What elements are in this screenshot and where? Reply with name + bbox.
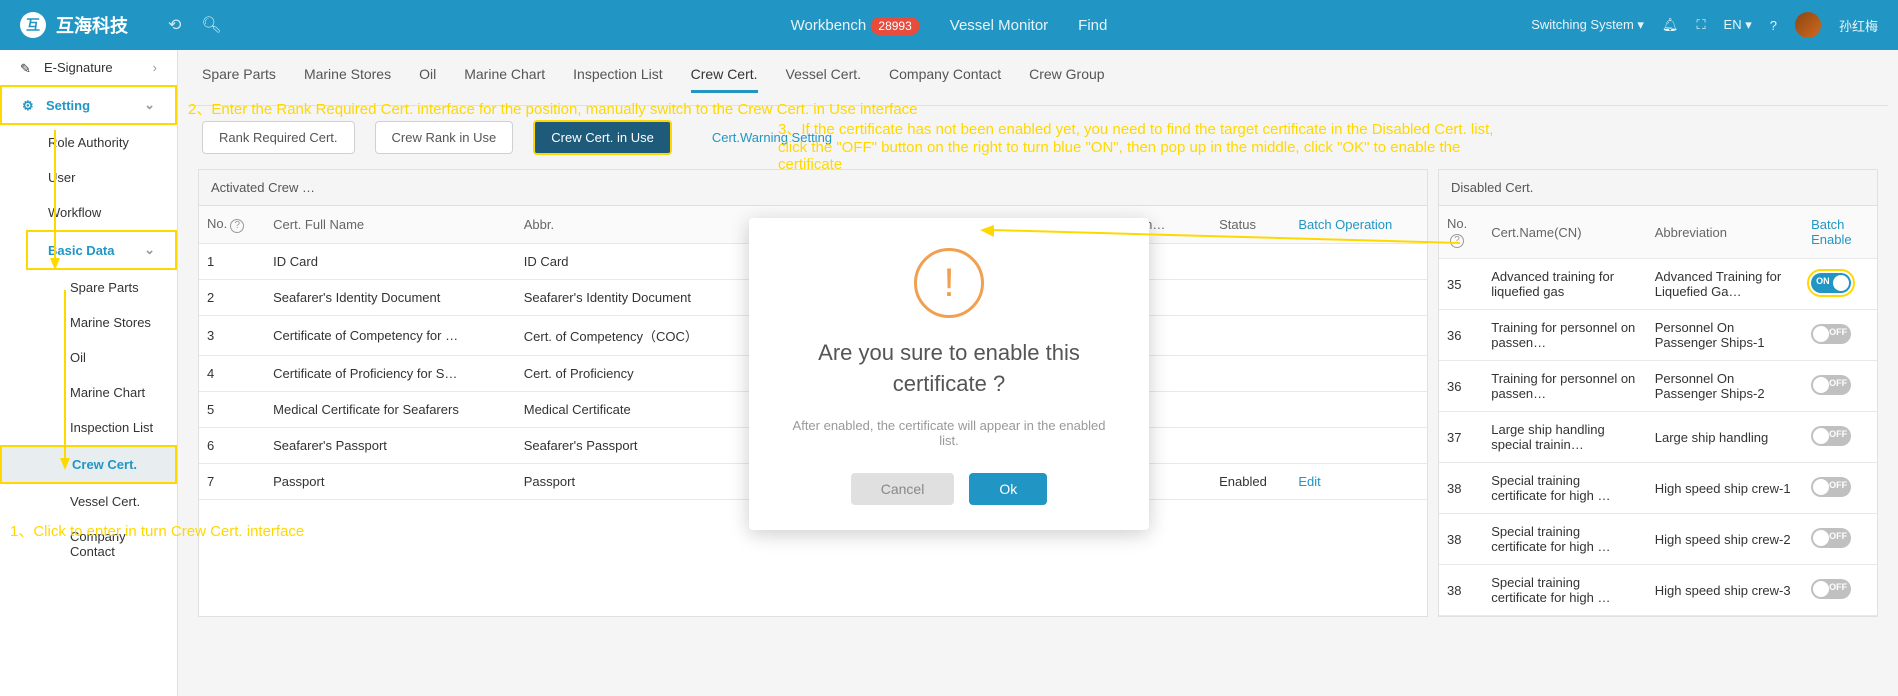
sidebar-item-workflow[interactable]: Workflow (0, 195, 177, 230)
header-right: Switching System ▾ 🔔︎ ⛶ EN ▾ ? 孙红梅 (1531, 12, 1878, 38)
edit-link (1290, 356, 1427, 392)
col-batch-enable[interactable]: Batch Enable (1803, 206, 1877, 259)
col-status: Status (1211, 206, 1290, 244)
header-center-nav: Workbench 28993 Vessel Monitor Find (791, 17, 1108, 34)
enable-toggle[interactable]: ON (1811, 273, 1851, 293)
table-row: 36Training for personnel on passen…Perso… (1439, 361, 1877, 412)
enable-toggle[interactable]: OFF (1811, 375, 1851, 395)
edit-link[interactable]: Edit (1290, 464, 1427, 500)
tab-crew-cert[interactable]: Crew Cert. (691, 66, 758, 93)
edit-link (1290, 316, 1427, 356)
col-full-name: Cert. Full Name (265, 206, 516, 244)
sidebar-item-role-authority[interactable]: Role Authority (0, 125, 177, 160)
logo-area: 互 互海科技 (20, 12, 128, 38)
expand-icon[interactable]: ⛶ (1696, 17, 1705, 33)
gear-icon: ⚙ (22, 98, 36, 112)
sidebar-item-marine-stores[interactable]: Marine Stores (0, 305, 177, 340)
enable-toggle[interactable]: OFF (1811, 528, 1851, 548)
signature-icon: ✎ (20, 61, 34, 75)
tab-oil[interactable]: Oil (419, 66, 436, 93)
tab-marine-chart[interactable]: Marine Chart (464, 66, 545, 93)
col-abbr: Abbr. (516, 206, 752, 244)
chevron-down-icon: ⌄ (144, 242, 155, 258)
enable-toggle[interactable]: OFF (1811, 324, 1851, 344)
sidebar-item-crew-cert[interactable]: Crew Cert. (0, 445, 177, 484)
search-icon[interactable]: 🔍︎ (201, 15, 221, 35)
tab-spare-parts[interactable]: Spare Parts (202, 66, 276, 93)
sidebar: ✎ E-Signature › ⚙ Setting ⌄ Role Authori… (0, 50, 178, 696)
sidebar-item-marine-chart[interactable]: Marine Chart (0, 375, 177, 410)
sidebar-item-oil[interactable]: Oil (0, 340, 177, 375)
help-icon[interactable]: ? (230, 219, 244, 233)
ok-button[interactable]: Ok (969, 473, 1047, 505)
sidebar-item-vessel-cert[interactable]: Vessel Cert. (0, 484, 177, 519)
chevron-down-icon: ⌄ (144, 97, 155, 113)
modal-desc: After enabled, the certificate will appe… (789, 418, 1109, 448)
annotation-1: 1、Click to enter in turn Crew Cert. inte… (10, 520, 304, 541)
nav-workbench[interactable]: Workbench 28993 (791, 17, 920, 34)
sidebar-item-basic-data[interactable]: Basic Data ⌄ (26, 230, 177, 270)
warning-icon: ! (914, 248, 984, 318)
sidebar-item-esignature[interactable]: ✎ E-Signature › (0, 50, 177, 85)
modal-title: Are you sure to enable this certificate … (789, 338, 1109, 400)
activated-table-title: Activated Crew … (199, 170, 1427, 206)
avatar[interactable] (1795, 12, 1821, 38)
annotation-3: 3、If the certificate has not been enable… (778, 118, 1518, 173)
nav-vessel-monitor[interactable]: Vessel Monitor (950, 17, 1048, 34)
disabled-table-title: Disabled Cert. (1439, 170, 1877, 206)
logo-text: 互海科技 (56, 12, 128, 38)
switching-system[interactable]: Switching System ▾ (1531, 17, 1644, 33)
help-icon[interactable]: ? (1770, 18, 1777, 33)
table-row: 37Large ship handling special trainin…La… (1439, 412, 1877, 463)
username: 孙红梅 (1839, 16, 1878, 35)
subtab-crew-cert-in-use[interactable]: Crew Cert. in Use (533, 120, 672, 155)
table-row: 38Special training certificate for high … (1439, 463, 1877, 514)
edit-link (1290, 428, 1427, 464)
col-cert-name: Cert.Name(CN) (1483, 206, 1647, 259)
edit-link (1290, 280, 1427, 316)
sidebar-item-setting[interactable]: ⚙ Setting ⌄ (0, 85, 177, 125)
logo-icon: 互 (20, 12, 46, 38)
col-no: No.? (1439, 206, 1483, 259)
tab-inspection-list[interactable]: Inspection List (573, 66, 663, 93)
enable-toggle[interactable]: OFF (1811, 426, 1851, 446)
enable-toggle[interactable]: OFF (1811, 579, 1851, 599)
chevron-right-icon: › (153, 60, 157, 75)
col-batch-op[interactable]: Batch Operation (1290, 206, 1427, 244)
confirm-modal: ! Are you sure to enable this certificat… (749, 218, 1149, 530)
header-left-icons: ⟲ 🔍︎ (168, 15, 222, 35)
bell-icon[interactable]: 🔔︎ (1662, 17, 1679, 33)
sidebar-item-spare-parts[interactable]: Spare Parts (0, 270, 177, 305)
table-row: 35Advanced training for liquefied gasAdv… (1439, 259, 1877, 310)
tab-crew-group[interactable]: Crew Group (1029, 66, 1104, 93)
sidebar-item-user[interactable]: User (0, 160, 177, 195)
edit-link (1290, 392, 1427, 428)
lang-select[interactable]: EN ▾ (1724, 17, 1752, 33)
enable-toggle[interactable]: OFF (1811, 477, 1851, 497)
app-header: 互 互海科技 ⟲ 🔍︎ Workbench 28993 Vessel Monit… (0, 0, 1898, 50)
col-no: No.? (199, 206, 265, 244)
sidebar-item-inspection-list[interactable]: Inspection List (0, 410, 177, 445)
subtab-crew-rank-in-use[interactable]: Crew Rank in Use (375, 121, 514, 154)
annotation-2: 2、Enter the Rank Required Cert. interfac… (188, 98, 918, 119)
cancel-button[interactable]: Cancel (851, 473, 955, 505)
back-icon[interactable]: ⟲ (168, 15, 181, 35)
table-row: 36Training for personnel on passen…Perso… (1439, 310, 1877, 361)
nav-find[interactable]: Find (1078, 17, 1107, 34)
disabled-cert-table: Disabled Cert. No.? Cert.Name(CN) Abbrev… (1438, 169, 1878, 617)
edit-link (1290, 244, 1427, 280)
col-abbreviation: Abbreviation (1647, 206, 1803, 259)
workbench-badge: 28993 (870, 17, 919, 35)
tab-vessel-cert[interactable]: Vessel Cert. (786, 66, 861, 93)
tab-company-contact[interactable]: Company Contact (889, 66, 1001, 93)
table-row: 38Special training certificate for high … (1439, 565, 1877, 616)
tab-marine-stores[interactable]: Marine Stores (304, 66, 391, 93)
help-icon[interactable]: ? (1450, 234, 1464, 248)
table-row: 38Special training certificate for high … (1439, 514, 1877, 565)
subtab-rank-required[interactable]: Rank Required Cert. (202, 121, 355, 154)
